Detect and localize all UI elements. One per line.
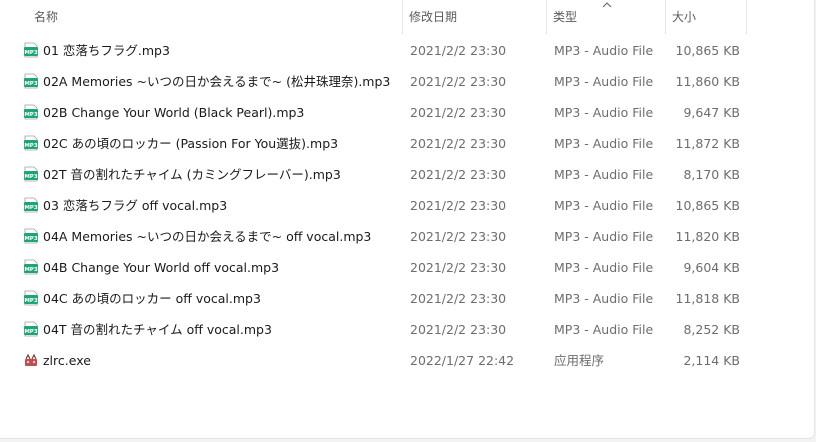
file-modified-date: 2021/2/2 23:30 <box>410 167 507 182</box>
file-name: 01 恋落ちフラグ.mp3 <box>43 43 170 58</box>
file-type: MP3 - Audio File <box>554 136 654 151</box>
file-type: MP3 - Audio File <box>554 322 654 337</box>
mp3-file-icon: MP3 <box>23 197 39 213</box>
file-row[interactable]: zlrc.exe 2022/1/27 22:42 应用程序 2,114 KB <box>16 345 756 376</box>
file-modified-date: 2021/2/2 23:30 <box>410 43 507 58</box>
svg-text:MP3: MP3 <box>24 143 38 149</box>
file-row[interactable]: MP3 01 恋落ちフラグ.mp3 2021/2/2 23:30 MP3 - Audi… <box>16 35 756 66</box>
svg-text:MP3: MP3 <box>24 174 38 180</box>
file-name: 03 恋落ちフラグ off vocal.mp3 <box>43 198 228 213</box>
svg-text:MP3: MP3 <box>24 267 38 273</box>
file-type: MP3 - Audio File <box>554 74 654 89</box>
file-modified-date: 2021/2/2 23:30 <box>410 105 507 120</box>
svg-text:MP3: MP3 <box>24 298 38 304</box>
file-modified-date: 2021/2/2 23:30 <box>410 291 507 306</box>
file-size: 10,865 KB <box>675 198 740 213</box>
column-header-bar: 名称 修改日期 类型 大小 <box>0 0 814 34</box>
mp3-file-icon: MP3 <box>23 135 39 151</box>
mp3-file-icon: MP3 <box>23 228 39 244</box>
file-name: 02C あの頃のロッカー (Passion For You選抜).mp3 <box>43 136 339 151</box>
column-header-name[interactable]: 名称 <box>28 0 403 34</box>
svg-text:MP3: MP3 <box>24 50 38 56</box>
mp3-file-icon: MP3 <box>23 73 39 89</box>
file-modified-date: 2021/2/2 23:30 <box>410 136 507 151</box>
file-size: 11,820 KB <box>675 229 740 244</box>
file-size: 9,647 KB <box>683 105 740 120</box>
file-modified-date: 2021/2/2 23:30 <box>410 198 507 213</box>
file-name: 04T 音の割れたチャイム off vocal.mp3 <box>43 322 272 337</box>
file-type: MP3 - Audio File <box>554 43 654 58</box>
file-size: 11,818 KB <box>675 291 740 306</box>
mp3-file-icon: MP3 <box>23 42 39 58</box>
file-row[interactable]: MP3 02C あの頃のロッカー (Passion For You選抜).mp3 2… <box>16 128 756 159</box>
file-size: 11,860 KB <box>675 74 740 89</box>
file-size: 10,865 KB <box>675 43 740 58</box>
file-size: 8,252 KB <box>683 322 740 337</box>
file-name: zlrc.exe <box>43 353 91 368</box>
file-name: 04C あの頃のロッカー off vocal.mp3 <box>43 291 261 306</box>
svg-text:MP3: MP3 <box>24 236 38 242</box>
file-modified-date: 2021/2/2 23:30 <box>410 260 507 275</box>
file-name: 02B Change Your World (Black Pearl).mp3 <box>43 105 305 120</box>
file-row[interactable]: MP3 04A Memories ~いつの日か会えるまで~ off vocal.m… <box>16 221 756 252</box>
exe-app-icon <box>23 352 39 368</box>
file-name: 02T 音の割れたチャイム (カミングフレーバー).mp3 <box>43 167 341 182</box>
column-header-size[interactable]: 大小 <box>666 0 747 34</box>
file-row[interactable]: MP3 02T 音の割れたチャイム (カミングフレーバー).mp3 2021/2/2… <box>16 159 756 190</box>
mp3-file-icon: MP3 <box>23 259 39 275</box>
file-modified-date: 2021/2/2 23:30 <box>410 322 507 337</box>
file-row[interactable]: MP3 03 恋落ちフラグ off vocal.mp3 2021/2/2 23:30… <box>16 190 756 221</box>
file-row[interactable]: MP3 04T 音の割れたチャイム off vocal.mp3 2021/2/2 2… <box>16 314 756 345</box>
file-name: 02A Memories ~いつの日か会えるまで~ (松井珠理奈).mp3 <box>43 74 391 89</box>
file-size: 8,170 KB <box>683 167 740 182</box>
sort-ascending-icon <box>602 2 612 8</box>
file-type: MP3 - Audio File <box>554 167 654 182</box>
file-modified-date: 2021/2/2 23:30 <box>410 74 507 89</box>
file-type: MP3 - Audio File <box>554 260 654 275</box>
svg-text:MP3: MP3 <box>24 112 38 118</box>
file-row[interactable]: MP3 04C あの頃のロッカー off vocal.mp3 2021/2/2 23… <box>16 283 756 314</box>
file-modified-date: 2021/2/2 23:30 <box>410 229 507 244</box>
svg-text:MP3: MP3 <box>24 81 38 87</box>
file-name: 04B Change Your World off vocal.mp3 <box>43 260 280 275</box>
file-size: 2,114 KB <box>683 353 740 368</box>
file-row[interactable]: MP3 04B Change Your World off vocal.mp3 20… <box>16 252 756 283</box>
file-modified-date: 2022/1/27 22:42 <box>410 353 515 368</box>
file-size: 11,872 KB <box>675 136 740 151</box>
column-header-date[interactable]: 修改日期 <box>403 0 547 34</box>
file-row[interactable]: MP3 02B Change Your World (Black Pearl).m… <box>16 97 756 128</box>
file-type: MP3 - Audio File <box>554 198 654 213</box>
file-type: MP3 - Audio File <box>554 105 654 120</box>
svg-text:MP3: MP3 <box>24 205 38 211</box>
file-name: 04A Memories ~いつの日か会えるまで~ off vocal.mp3 <box>43 229 372 244</box>
file-size: 9,604 KB <box>683 260 740 275</box>
mp3-file-icon: MP3 <box>23 166 39 182</box>
file-list-pane: 名称 修改日期 类型 大小 MP3 01 恋落ちフラグ.mp3 2021/2/2 2… <box>0 0 815 439</box>
file-type: MP3 - Audio File <box>554 291 654 306</box>
file-row[interactable]: MP3 02A Memories ~いつの日か会えるまで~ (松井珠理奈).mp3… <box>16 66 756 97</box>
file-type: MP3 - Audio File <box>554 229 654 244</box>
file-type: 应用程序 <box>554 353 605 368</box>
mp3-file-icon: MP3 <box>23 104 39 120</box>
mp3-file-icon: MP3 <box>23 321 39 337</box>
svg-text:MP3: MP3 <box>24 329 38 335</box>
mp3-file-icon: MP3 <box>23 290 39 306</box>
